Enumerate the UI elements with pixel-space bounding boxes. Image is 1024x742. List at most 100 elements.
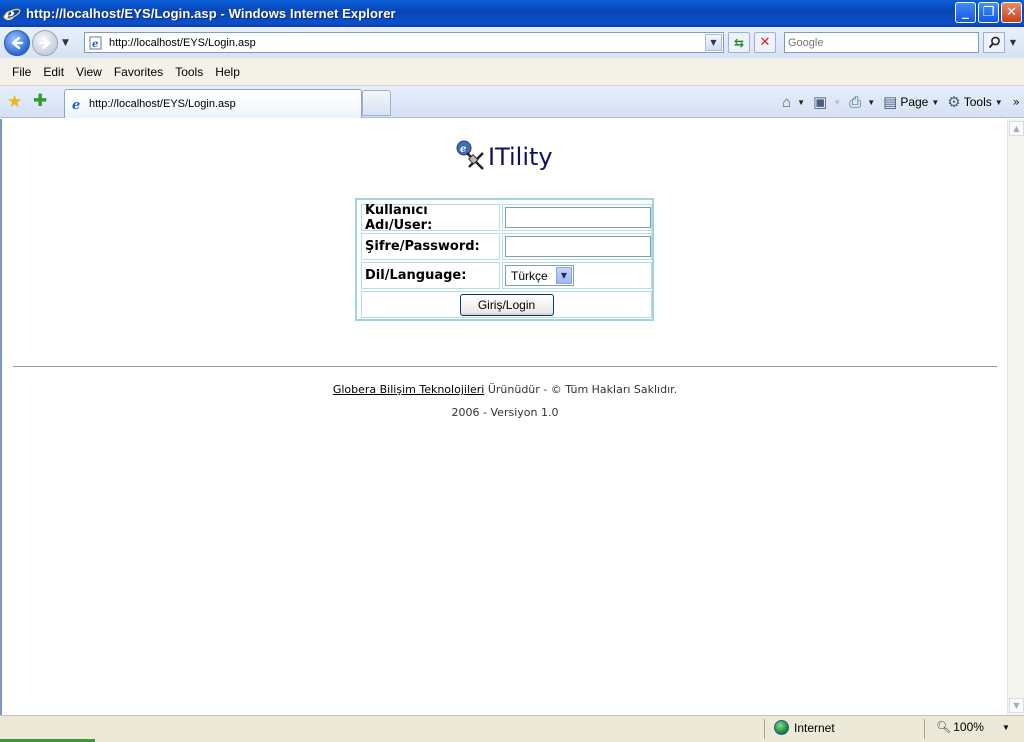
menu-edit[interactable]: Edit: [37, 65, 70, 79]
language-select[interactable]: Türkçe ▼: [505, 265, 574, 286]
menu-favorites[interactable]: Favorites: [108, 65, 169, 79]
print-dropdown-icon[interactable]: ▼: [867, 98, 875, 107]
address-dropdown-icon[interactable]: ▼: [705, 34, 722, 51]
login-form: Kullanıcı Adı/User: Şifre/Password: Dil/…: [355, 198, 654, 321]
search-button[interactable]: [983, 32, 1005, 53]
button-row: Giriş/Login: [361, 291, 652, 318]
password-field-cell: [502, 233, 652, 260]
zoom-control[interactable]: 🔍︎ 100% ▼: [936, 720, 1010, 734]
language-field-cell: Türkçe ▼: [502, 262, 652, 289]
page-menu-label: Page: [900, 95, 929, 109]
tab-login[interactable]: e http://localhost/EYS/Login.asp: [64, 89, 362, 118]
address-bar[interactable]: e http://localhost/EYS/Login.asp ▼: [84, 32, 724, 53]
printer-icon: ⎙: [849, 93, 862, 111]
tab-bar: ★ ✚ e http://localhost/EYS/Login.asp ⌂ ▼ …: [0, 86, 1024, 118]
refresh-button[interactable]: ⇆: [728, 32, 750, 53]
ie-logo-icon: e: [3, 5, 21, 23]
password-label: Şifre/Password:: [361, 233, 500, 260]
globe-icon: [774, 720, 789, 735]
close-button[interactable]: ✕: [1001, 2, 1022, 23]
scroll-down-icon[interactable]: ▼: [1009, 698, 1024, 713]
menu-help[interactable]: Help: [209, 65, 246, 79]
home-icon: ⌂: [782, 93, 792, 111]
app-logo-text: ITility: [488, 143, 553, 171]
footer-version: 2006 - Versiyon 1.0: [451, 406, 559, 419]
app-logo: e ITility: [455, 139, 553, 171]
address-toolbar: ▼ e http://localhost/EYS/Login.asp ▼ ⇆ ✕…: [0, 27, 1024, 58]
menu-view[interactable]: View: [70, 65, 108, 79]
page-menu-icon: ▤: [883, 94, 898, 111]
page-dropdown-icon: ▼: [931, 97, 940, 107]
password-row: Şifre/Password:: [361, 233, 652, 260]
history-dropdown-icon[interactable]: ▼: [62, 38, 69, 48]
tab-label: http://localhost/EYS/Login.asp: [89, 98, 236, 110]
language-row: Dil/Language: Türkçe ▼: [361, 262, 652, 289]
scroll-up-icon[interactable]: ▲: [1009, 121, 1024, 136]
company-link[interactable]: Globera Bilişim Teknolojileri: [333, 383, 485, 396]
tools-dropdown-icon: ▼: [994, 97, 1003, 107]
status-bar: Internet 🔍︎ 100% ▼: [0, 715, 1024, 742]
print-button[interactable]: ⎙ ▼: [849, 94, 875, 111]
feeds-dropdown-icon: ▼: [833, 97, 842, 107]
tools-menu-button[interactable]: ⚙ Tools ▼: [947, 93, 1002, 111]
zone-label: Internet: [794, 720, 835, 735]
tools-menu-label: Tools: [963, 95, 992, 109]
maximize-button[interactable]: ❐: [978, 2, 999, 23]
page-icon: e: [72, 98, 80, 111]
search-input[interactable]: [785, 33, 978, 52]
zoom-dropdown-icon[interactable]: ▼: [1002, 723, 1010, 732]
feeds-button[interactable]: ▣ ▼: [813, 93, 841, 111]
language-value: Türkçe: [511, 268, 548, 283]
menu-file[interactable]: File: [6, 65, 37, 79]
back-arrow-icon: [11, 36, 24, 50]
svg-text:e: e: [72, 98, 80, 111]
gear-icon: ⚙: [947, 94, 961, 111]
window-title-bar[interactable]: e http://localhost/EYS/Login.asp - Windo…: [0, 0, 1024, 27]
footer-copyright: Globera Bilişim Teknolojileri Ürünüdür -…: [2, 383, 1008, 396]
chevron-more-icon[interactable]: »: [1013, 95, 1020, 109]
vertical-scrollbar[interactable]: ▲ ▼: [1007, 119, 1024, 715]
password-input[interactable]: [505, 236, 651, 257]
page-icon: e: [89, 36, 102, 50]
page-viewport: e ITility Kullanıcı Adı/User: Şifre/Pass…: [0, 119, 1024, 715]
stop-button[interactable]: ✕: [754, 32, 776, 53]
menu-tools[interactable]: Tools: [169, 65, 209, 79]
login-button[interactable]: Giriş/Login: [459, 293, 554, 316]
favorites-star-icon[interactable]: ★: [7, 92, 22, 112]
refresh-icon: ⇆: [733, 35, 745, 50]
chevron-down-icon[interactable]: ▼: [556, 267, 572, 284]
home-dropdown-icon[interactable]: ▼: [797, 98, 805, 107]
rss-feed-icon: ▣: [813, 94, 828, 111]
username-input[interactable]: [505, 207, 651, 228]
rights-text: Ürünüdür - © Tüm Hakları Saklıdır.: [484, 383, 678, 396]
user-field-cell: [502, 204, 652, 231]
new-tab-button[interactable]: [362, 90, 391, 116]
svg-text:e: e: [460, 144, 466, 155]
address-url[interactable]: http://localhost/EYS/Login.asp: [109, 37, 256, 49]
home-button[interactable]: ⌂ ▼: [782, 94, 805, 111]
magnifier-icon: [988, 36, 1000, 49]
status-separator: [764, 719, 765, 739]
button-cell: Giriş/Login: [361, 291, 652, 318]
zoom-level: 100%: [953, 720, 984, 734]
back-button[interactable]: [4, 30, 30, 56]
status-separator: [924, 719, 925, 739]
svg-text:e: e: [92, 39, 98, 50]
stop-icon: ✕: [759, 35, 771, 50]
user-label: Kullanıcı Adı/User:: [361, 203, 500, 233]
search-options-dropdown-icon[interactable]: ▼: [1006, 32, 1020, 53]
language-label: Dil/Language:: [361, 262, 500, 289]
page-menu-button[interactable]: ▤ Page ▼: [883, 93, 939, 111]
logo-tools-icon: e: [456, 140, 484, 170]
menu-bar: File Edit View Favorites Tools Help: [0, 58, 1024, 86]
user-row: Kullanıcı Adı/User:: [361, 203, 652, 233]
window-title: http://localhost/EYS/Login.asp - Windows…: [26, 6, 396, 21]
security-zone[interactable]: Internet: [774, 720, 835, 735]
minimize-button[interactable]: _: [955, 2, 976, 23]
forward-button[interactable]: [32, 30, 58, 56]
zoom-magnifier-icon: 🔍︎: [936, 720, 952, 734]
forward-arrow-icon: [38, 36, 51, 50]
add-favorite-icon[interactable]: ✚: [33, 91, 47, 111]
footer-divider: [13, 366, 997, 367]
search-box[interactable]: [784, 32, 979, 53]
